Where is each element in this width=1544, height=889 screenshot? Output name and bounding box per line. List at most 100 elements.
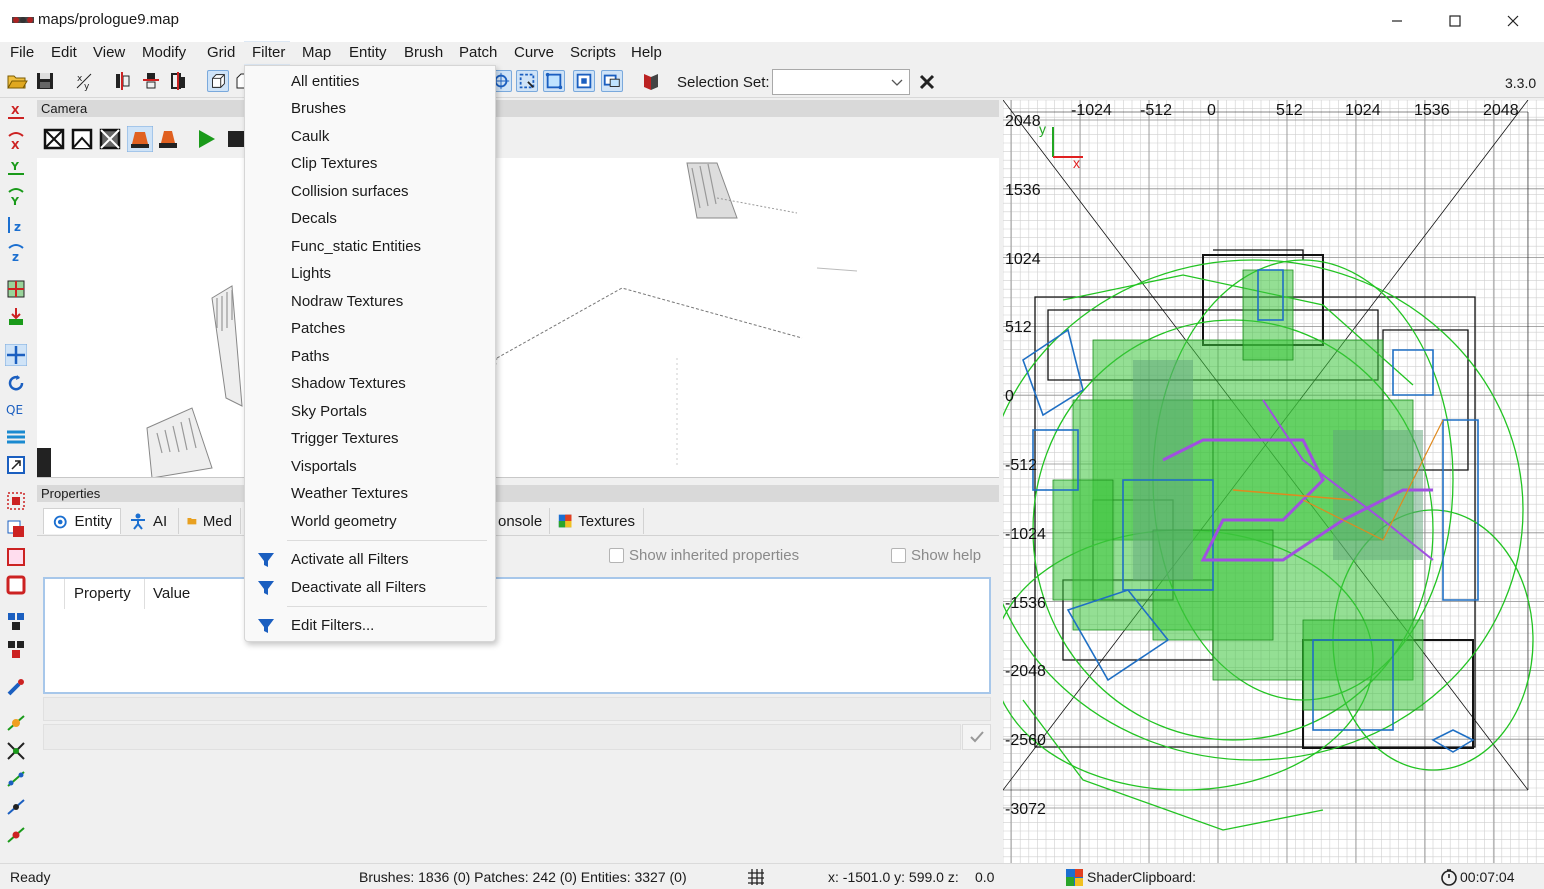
status-shader-clipboard: ShaderClipboard: [1087, 869, 1196, 885]
filter-item-world-geometry[interactable]: World geometry [291, 513, 397, 530]
deactivate-all-filters[interactable]: Deactivate all Filters [291, 579, 426, 596]
selection-set-label: Selection Set: [677, 74, 770, 91]
filter-item-visportals[interactable]: Visportals [291, 458, 357, 475]
tab-ai[interactable]: AI [121, 508, 179, 534]
key-input[interactable] [43, 697, 991, 721]
checkbox-box [891, 548, 906, 563]
texture-tool-icon[interactable] [5, 426, 27, 448]
xy-swap-icon[interactable]: xy [74, 70, 96, 92]
render-wireframe-icon[interactable] [43, 128, 65, 150]
render-textured-icon[interactable] [99, 128, 121, 150]
menu-modify[interactable]: Modify [142, 43, 186, 63]
qe-tool-icon[interactable]: QE [5, 398, 27, 420]
open-folder-icon[interactable] [6, 70, 28, 92]
filter-item-brushes[interactable]: Brushes [291, 100, 346, 117]
tab-entity[interactable]: Entity [43, 508, 121, 534]
path-delete-icon[interactable] [5, 824, 27, 846]
filter-item-decals[interactable]: Decals [291, 210, 337, 227]
flip-y-axis-icon[interactable]: Y [5, 186, 27, 208]
path-insert-icon[interactable] [5, 796, 27, 818]
menu-help[interactable]: Help [631, 43, 662, 63]
menu-brush[interactable]: Brush [404, 43, 443, 63]
ortho-viewport[interactable]: -1024 -512 0 512 1024 1536 2048 2048 1536 1024 51… [1003, 100, 1544, 863]
filter-item-patches[interactable]: Patches [291, 320, 345, 337]
filter-item-weather-textures[interactable]: Weather Textures [291, 485, 408, 502]
pipette-icon[interactable] [5, 676, 27, 698]
menu-scripts[interactable]: Scripts [570, 43, 616, 63]
maximize-button[interactable] [1426, 0, 1484, 42]
flip-z-icon[interactable] [168, 70, 190, 92]
filter-item-all-entities[interactable]: All entities [291, 73, 359, 90]
tab-textures[interactable]: Textures [550, 508, 644, 534]
clear-selection-set-icon[interactable] [916, 71, 938, 93]
minimize-button[interactable] [1368, 0, 1426, 42]
filter-item-clip-textures[interactable]: Clip Textures [291, 155, 377, 172]
menu-filter[interactable]: Filter [252, 43, 285, 63]
rotate-y-icon[interactable]: Y [5, 158, 27, 180]
apply-button[interactable] [962, 724, 991, 750]
path-join-icon[interactable] [5, 768, 27, 790]
flip-y-icon[interactable] [140, 70, 162, 92]
menu-view[interactable]: View [93, 43, 125, 63]
select-partial-tall-icon[interactable] [5, 574, 27, 596]
tab-media[interactable]: Med [179, 508, 241, 534]
menu-entity[interactable]: Entity [349, 43, 387, 63]
flip-x-axis-icon[interactable]: X [5, 130, 27, 152]
save-icon[interactable] [34, 70, 56, 92]
filter-item-trigger-textures[interactable]: Trigger Textures [291, 430, 399, 447]
path-node-icon[interactable] [5, 712, 27, 734]
render-flat-icon[interactable] [71, 128, 93, 150]
column-header-value[interactable]: Value [153, 585, 190, 602]
activate-all-filters[interactable]: Activate all Filters [291, 551, 409, 568]
play-icon[interactable] [195, 128, 217, 150]
flip-x-icon[interactable] [112, 70, 134, 92]
select-touching-icon[interactable] [5, 490, 27, 512]
menu-edit[interactable]: Edit [51, 43, 77, 63]
close-button[interactable] [1484, 0, 1542, 42]
value-input[interactable] [43, 724, 961, 750]
rotate-z-icon[interactable]: z [5, 214, 27, 236]
filter-item-nodraw-textures[interactable]: Nodraw Textures [291, 293, 403, 310]
group-select-icon[interactable] [5, 610, 27, 632]
select-vertex-icon[interactable] [543, 70, 565, 92]
filter-item-sky-portals[interactable]: Sky Portals [291, 403, 367, 420]
menu-map[interactable]: Map [302, 43, 331, 63]
flip-z-axis-icon[interactable]: z [5, 242, 27, 264]
select-complete-tall-icon[interactable] [5, 546, 27, 568]
render-shadows-icon[interactable] [157, 128, 179, 150]
rotate-x-icon[interactable]: X [5, 102, 27, 124]
resize-tool-icon[interactable] [5, 454, 27, 476]
select-group-icon[interactable] [601, 70, 623, 92]
filter-item-shadow-textures[interactable]: Shadow Textures [291, 375, 406, 392]
csg-merge-icon[interactable] [5, 306, 27, 328]
edit-filters[interactable]: Edit Filters... [291, 617, 374, 634]
column-header-property[interactable]: Property [74, 585, 131, 602]
csg-subtract-icon[interactable] [5, 278, 27, 300]
filter-item-caulk[interactable]: Caulk [291, 128, 329, 145]
left-tick-label: -1536 [1005, 595, 1046, 612]
show-inherited-checkbox[interactable]: Show inherited properties [609, 547, 799, 564]
select-face-icon[interactable] [516, 70, 538, 92]
select-edge-icon[interactable] [573, 70, 595, 92]
filter-item-collision-surfaces[interactable]: Collision surfaces [291, 183, 409, 200]
translate-icon[interactable] [5, 344, 27, 366]
cube-clip-icon[interactable] [207, 70, 229, 92]
path-split-icon[interactable] [5, 740, 27, 762]
select-inside-icon[interactable] [5, 518, 27, 540]
filter-item-paths[interactable]: Paths [291, 348, 329, 365]
filter-item-lights[interactable]: Lights [291, 265, 331, 282]
camera-viewport[interactable] [37, 158, 999, 478]
show-help-checkbox[interactable]: Show help [891, 547, 981, 564]
rotate-icon[interactable] [5, 372, 27, 394]
menu-file[interactable]: File [10, 43, 34, 63]
entity-tree-icon[interactable] [5, 638, 27, 660]
menu-curve[interactable]: Curve [514, 43, 554, 63]
tab-console[interactable]: onsole [496, 508, 550, 534]
selection-set-combo[interactable] [772, 69, 910, 95]
left-tick-label: 1536 [1005, 182, 1041, 199]
menu-patch[interactable]: Patch [459, 43, 497, 63]
texture-lock-icon[interactable] [640, 70, 662, 92]
menu-grid[interactable]: Grid [207, 43, 235, 63]
render-lighting-icon[interactable] [127, 126, 153, 152]
filter-item-func-static[interactable]: Func_static Entities [291, 238, 421, 255]
